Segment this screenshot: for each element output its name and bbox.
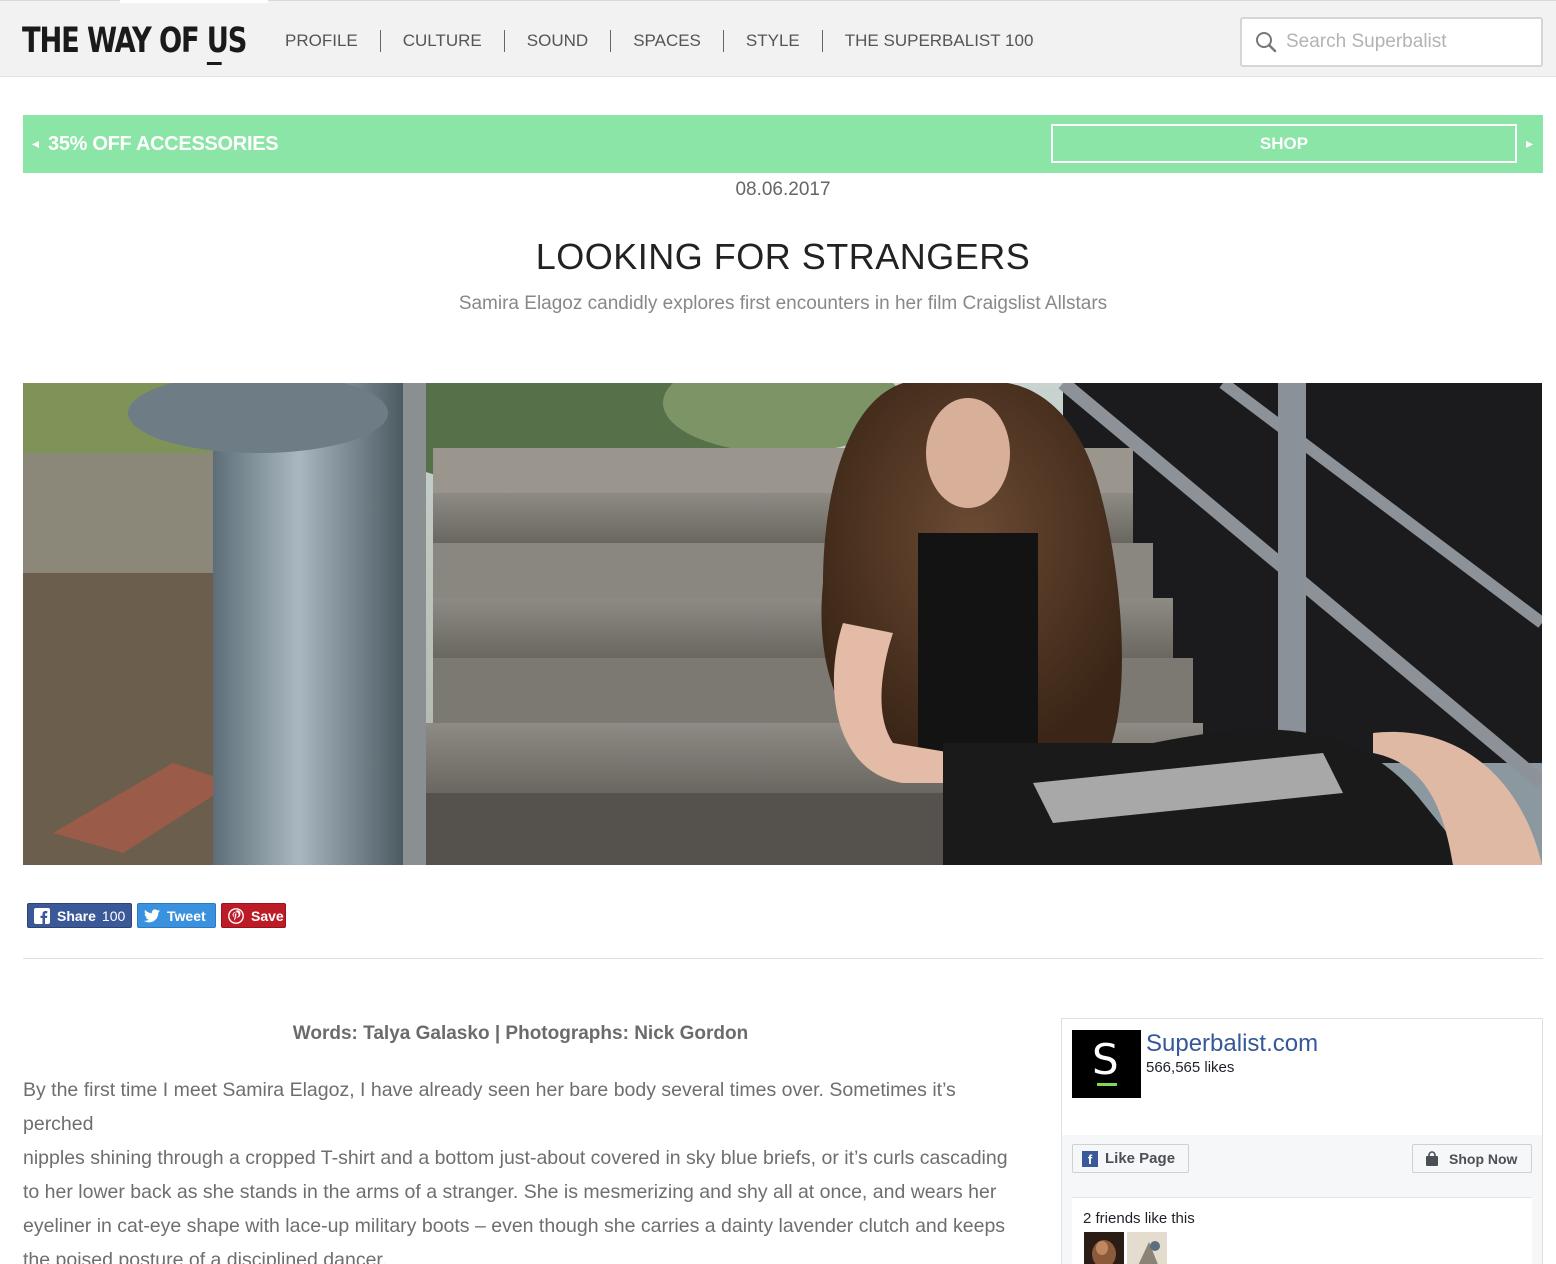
article-title: LOOKING FOR STRANGERS: [535, 236, 1031, 277]
friend-avatar[interactable]: [1084, 1232, 1124, 1264]
search-icon: [1256, 32, 1277, 53]
nav-item-sound[interactable]: SOUND: [527, 31, 588, 51]
share-buttons: Share 100 Tweet Save: [27, 903, 286, 928]
shop-now-button[interactable]: Shop Now: [1412, 1144, 1532, 1173]
article-paragraph: By the first time I meet Samira Elagoz, …: [23, 1073, 1023, 1264]
paragraph-line: nipples shining through a cropped T-shir…: [23, 1147, 1008, 1169]
shopping-bag-icon: [1426, 1150, 1438, 1166]
article-subtitle: Samira Elagoz candidly explores first en…: [458, 293, 1108, 314]
friends-like-text: 2 friends like this: [1083, 1210, 1195, 1227]
pinterest-save-label: Save: [251, 907, 284, 924]
pinterest-save-button[interactable]: Save: [221, 903, 286, 928]
twitter-icon: [144, 908, 160, 924]
chevron-left-icon[interactable]: ◂: [32, 135, 39, 152]
site-logo[interactable]: THE WAY OF US: [22, 21, 247, 65]
facebook-page-header: S Superbalist.com 566,565 likes: [1062, 1019, 1542, 1135]
promo-text[interactable]: 35% OFF ACCESSORIES: [48, 133, 279, 156]
facebook-icon: f: [1082, 1150, 1098, 1167]
nav-separator: [610, 30, 612, 52]
avatar-letter: S: [1092, 1035, 1119, 1084]
page-avatar[interactable]: S: [1072, 1030, 1141, 1098]
paragraph-line: to her lower back as she stands in the a…: [23, 1181, 997, 1203]
article-date: 08.06.2017: [735, 179, 831, 200]
promo-banner: ◂ 35% OFF ACCESSORIES SHOP ▸: [23, 115, 1543, 173]
search-box[interactable]: [1240, 17, 1543, 67]
main-nav: PROFILE CULTURE SOUND SPACES STYLE THE S…: [285, 30, 1033, 52]
nav-item-culture[interactable]: CULTURE: [403, 31, 482, 51]
pinterest-icon: [228, 907, 244, 924]
nav-item-profile[interactable]: PROFILE: [285, 31, 358, 51]
friend-avatar[interactable]: [1127, 1232, 1167, 1264]
logo-underline: [206, 62, 222, 65]
twitter-tweet-button[interactable]: Tweet: [137, 903, 216, 928]
like-page-button[interactable]: f Like Page: [1072, 1144, 1189, 1173]
active-tab-indicator: [120, 0, 268, 3]
facebook-share-label: Share: [57, 907, 96, 924]
article-credits: Words: Talya Galasko | Photographs: Nick…: [292, 1023, 749, 1044]
facebook-page-widget: S Superbalist.com 566,565 likes f Like P…: [1061, 1018, 1543, 1264]
paragraph-line: By the first time I meet Samira Elagoz, …: [23, 1079, 956, 1135]
hero-image: [23, 383, 1542, 865]
like-page-label: Like Page: [1105, 1150, 1176, 1167]
nav-item-style[interactable]: STYLE: [746, 31, 800, 51]
facebook-share-button[interactable]: Share 100: [27, 903, 132, 928]
shop-button[interactable]: SHOP: [1051, 124, 1517, 163]
nav-item-superbalist-100[interactable]: THE SUPERBALIST 100: [845, 31, 1034, 51]
logo-text: THE WAY OF US: [22, 21, 247, 61]
facebook-page-likes: 566,565 likes: [1146, 1059, 1235, 1076]
nav-separator: [379, 30, 381, 52]
nav-separator: [821, 30, 823, 52]
twitter-tweet-label: Tweet: [167, 907, 206, 924]
paragraph-line: eyeliner in cat-eye shape with lace-up m…: [23, 1215, 1006, 1237]
nav-separator: [503, 30, 505, 52]
facebook-icon: [34, 907, 50, 924]
friends-like-section: 2 friends like this: [1072, 1197, 1532, 1264]
avatar-accent-line: [1097, 1083, 1117, 1086]
chevron-right-icon[interactable]: ▸: [1526, 135, 1533, 152]
nav-item-spaces[interactable]: SPACES: [633, 31, 701, 51]
shop-now-label: Shop Now: [1449, 1150, 1518, 1167]
nav-separator: [722, 30, 724, 52]
facebook-share-count: 100: [101, 907, 126, 924]
site-header: THE WAY OF US PROFILE CULTURE SOUND SPAC…: [0, 0, 1556, 77]
search-input[interactable]: [1286, 29, 1526, 55]
paragraph-line: the poised posture of a disciplined danc…: [23, 1249, 388, 1264]
facebook-page-name[interactable]: Superbalist.com: [1146, 1030, 1318, 1058]
content-divider: [23, 958, 1543, 959]
